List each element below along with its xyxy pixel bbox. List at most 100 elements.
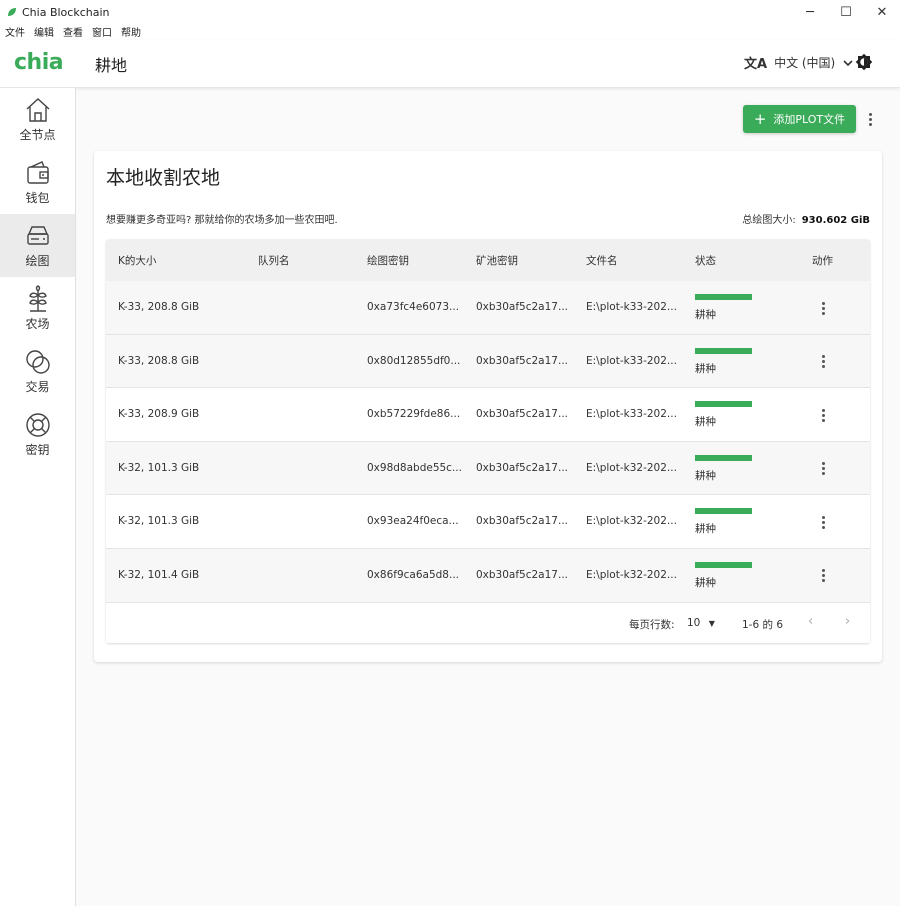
status-progress-bar xyxy=(695,347,752,354)
sidebar-item-farm[interactable]: 农场 xyxy=(0,277,75,340)
row-more-icon[interactable] xyxy=(818,461,828,477)
status-label: 耕种 xyxy=(695,576,716,589)
cell-pool-key: 0xb30af5c2a17... xyxy=(476,568,568,581)
page-title: 耕地 xyxy=(95,56,128,75)
translate-icon: 文A xyxy=(744,57,768,72)
window-titlebar: Chia Blockchain ─ ☐ ✕ xyxy=(0,0,900,24)
cell-size: K-32, 101.4 GiB xyxy=(118,568,200,581)
table-row: K-33, 208.9 GiB 0xb57229fde86... 0xb30af… xyxy=(106,388,870,442)
table-row: K-33, 208.8 GiB 0xa73fc4e6073... 0xb30af… xyxy=(106,281,870,335)
status-label: 耕种 xyxy=(695,469,716,482)
cell-size: K-33, 208.8 GiB xyxy=(118,301,200,313)
row-more-icon[interactable] xyxy=(818,568,828,584)
theme-toggle-icon[interactable] xyxy=(855,53,873,71)
row-more-icon[interactable] xyxy=(818,354,828,370)
menu-file[interactable]: 文件 xyxy=(5,24,25,39)
plots-card: 本地收割农地 想要赚更多奇亚吗? 那就给你的农场多加一些农田吧. 总绘图大小: 9… xyxy=(94,151,882,662)
column-header-pool-key[interactable]: 矿池密钥 xyxy=(476,253,518,268)
rows-per-page-value: 10 xyxy=(687,617,701,629)
cell-filename: E:\plot-k32-202... xyxy=(586,461,677,474)
caret-down-icon: ▼ xyxy=(708,619,715,628)
lifebuoy-icon xyxy=(25,413,50,437)
status-label: 耕种 xyxy=(695,309,716,321)
cell-plot-key: 0x93ea24f0eca... xyxy=(367,515,459,528)
maximize-button[interactable]: ☐ xyxy=(828,0,864,24)
wallet-icon xyxy=(26,161,49,184)
column-header-status: 状态 xyxy=(695,255,716,267)
menu-bar: 文件 编辑 查看 窗口 帮助 xyxy=(0,22,900,40)
sidebar: 全节点 钱包 绘图 农场 交易 密钥 xyxy=(0,88,76,906)
column-header-filename[interactable]: 文件名 xyxy=(586,253,618,268)
app-header: chia 耕地 文A 中文 (中国) xyxy=(0,40,900,88)
status-label: 耕种 xyxy=(695,523,716,536)
row-more-icon[interactable] xyxy=(818,407,828,423)
cell-filename: E:\plot-k32-202... xyxy=(586,568,677,581)
cell-pool-key: 0xb30af5c2a17... xyxy=(476,515,568,528)
total-plot-size-label: 总绘图大小: xyxy=(742,215,796,226)
close-button[interactable]: ✕ xyxy=(864,0,900,24)
sidebar-item-trade[interactable]: 交易 xyxy=(0,340,75,403)
minimize-button[interactable]: ─ xyxy=(792,0,828,24)
table-header: K的大小 队列名 绘图密钥 矿池密钥 文件名 状态 动作 xyxy=(106,239,870,281)
cell-size: K-32, 101.3 GiB xyxy=(118,515,200,528)
add-plot-button[interactable]: + 添加PLOT文件 xyxy=(743,105,856,133)
total-plot-size: 总绘图大小: 930.602 GiB xyxy=(742,211,870,226)
rows-per-page-select[interactable]: 10 ▼ xyxy=(687,617,715,629)
home-icon xyxy=(26,98,49,122)
menu-view[interactable]: 查看 xyxy=(63,24,83,39)
chevron-right-icon[interactable]: › xyxy=(845,614,850,629)
cell-filename: E:\plot-k33-202... xyxy=(586,354,677,367)
chia-leaf-icon xyxy=(8,8,16,16)
add-plot-label: 添加PLOT文件 xyxy=(773,113,846,126)
sidebar-item-label: 绘图 xyxy=(25,254,50,268)
table-row: K-32, 101.3 GiB 0x93ea24f0eca... 0xb30af… xyxy=(106,495,870,549)
row-more-icon[interactable] xyxy=(818,514,828,530)
status-progress-bar xyxy=(695,401,752,408)
rows-per-page-label: 每页行数: xyxy=(629,619,675,631)
menu-edit[interactable]: 编辑 xyxy=(34,24,54,39)
pagination-range: 1-6 的 6 xyxy=(742,619,784,631)
column-header-queue[interactable]: 队列名 xyxy=(258,253,290,268)
cell-filename: E:\plot-k33-202... xyxy=(586,301,677,313)
plus-icon: + xyxy=(753,110,767,128)
table-row: K-33, 208.8 GiB 0x80d12855df0... 0xb30af… xyxy=(106,334,870,389)
status-label: 耕种 xyxy=(695,416,716,429)
language-label: 中文 (中国) xyxy=(774,56,836,70)
cell-filename: E:\plot-k33-202... xyxy=(586,408,677,421)
menu-window[interactable]: 窗口 xyxy=(92,24,112,39)
total-plot-size-value: 930.602 GiB xyxy=(801,215,870,226)
menu-help[interactable]: 帮助 xyxy=(121,24,141,39)
status-progress-bar xyxy=(695,508,752,515)
status-progress-bar xyxy=(695,454,752,461)
card-subtitle: 想要赚更多奇亚吗? 那就给你的农场多加一些农田吧. xyxy=(106,215,338,226)
column-header-size[interactable]: K的大小 xyxy=(118,253,156,268)
status-label: 耕种 xyxy=(695,362,716,375)
cell-filename: E:\plot-k32-202... xyxy=(586,515,677,528)
more-options-icon[interactable] xyxy=(863,108,877,130)
sidebar-item-plots[interactable]: 绘图 xyxy=(0,214,75,277)
status-progress-bar xyxy=(695,561,752,568)
chia-logo: chia xyxy=(14,50,64,75)
sidebar-item-label: 钱包 xyxy=(25,191,50,205)
sidebar-item-label: 全节点 xyxy=(19,128,56,142)
column-header-plot-key[interactable]: 绘图密钥 xyxy=(367,253,409,268)
sprout-icon xyxy=(28,285,47,312)
sidebar-item-full-node[interactable]: 全节点 xyxy=(0,88,75,151)
main-content: + 添加PLOT文件 本地收割农地 想要赚更多奇亚吗? 那就给你的农场多加一些农… xyxy=(77,88,900,906)
sidebar-item-wallet[interactable]: 钱包 xyxy=(0,151,75,214)
language-selector[interactable]: 文A 中文 (中国) xyxy=(744,53,853,72)
cell-pool-key: 0xb30af5c2a17... xyxy=(476,408,568,421)
row-more-icon[interactable] xyxy=(818,300,828,316)
chevron-down-icon xyxy=(843,59,853,66)
chevron-left-icon[interactable]: ‹ xyxy=(808,614,813,629)
table-row: K-32, 101.3 GiB 0x98d8abde55c... 0xb30af… xyxy=(106,441,870,496)
cell-size: K-33, 208.8 GiB xyxy=(118,354,200,367)
column-header-actions: 动作 xyxy=(812,255,833,267)
sidebar-item-keys[interactable]: 密钥 xyxy=(0,403,75,466)
cell-pool-key: 0xb30af5c2a17... xyxy=(476,461,568,474)
table-pagination: 每页行数: 10 ▼ 1-6 的 6 ‹ › xyxy=(106,603,870,643)
cell-size: K-32, 101.3 GiB xyxy=(118,461,200,474)
sidebar-item-label: 密钥 xyxy=(25,443,50,457)
status-progress-bar xyxy=(695,294,752,300)
cell-plot-key: 0x80d12855df0... xyxy=(367,354,461,367)
